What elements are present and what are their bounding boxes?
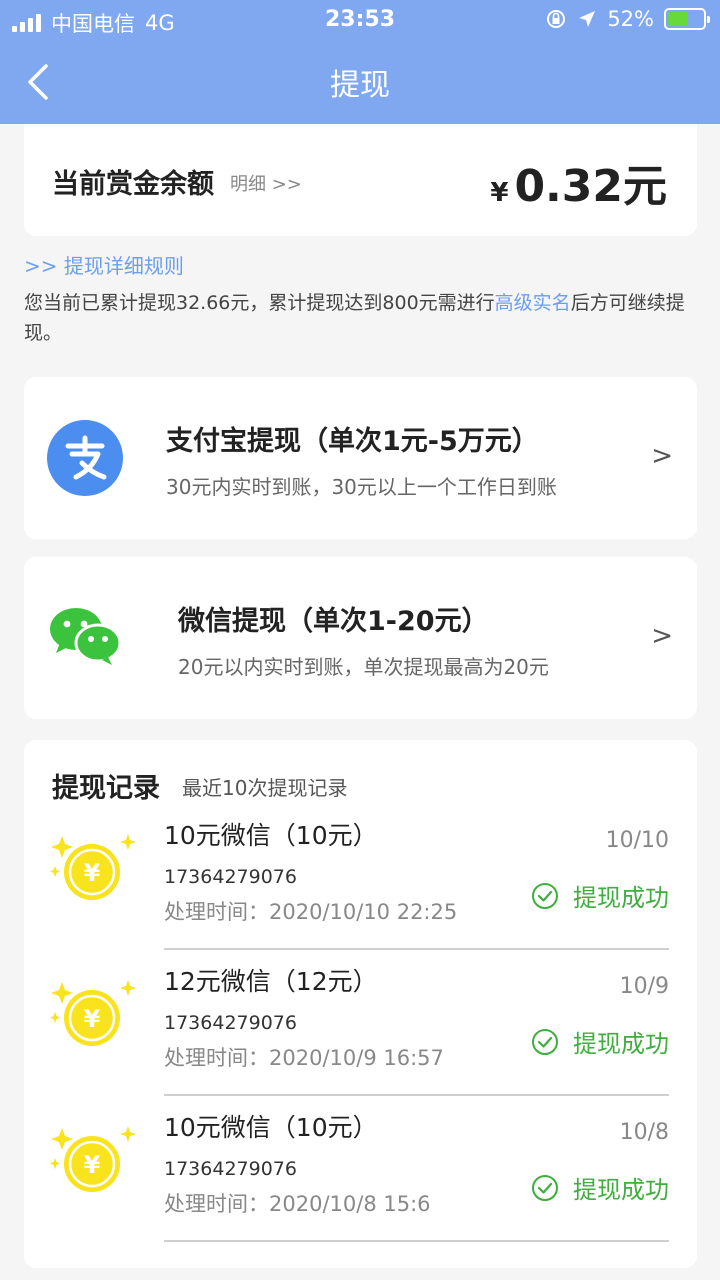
- records-title: 提现记录: [52, 773, 160, 804]
- record-status-text: 提现成功: [573, 884, 669, 912]
- wechat-subtitle: 20元以内实时到账，单次提现最高为20元: [178, 655, 549, 679]
- record-status: 提现成功: [531, 1024, 669, 1059]
- wechat-withdraw-option[interactable]: 微信提现（单次1-20元） 20元以内实时到账，单次提现最高为20元 >: [24, 557, 697, 719]
- svg-text:¥: ¥: [84, 1151, 101, 1179]
- record-time: 处理时间：2020/10/10 22:25: [164, 896, 457, 926]
- battery-icon: [664, 8, 710, 30]
- record-name: 10元微信（10元）: [164, 1113, 378, 1142]
- withdraw-notice: 您当前已累计提现32.66元，累计提现达到800元需进行高级实名后方可继续提现。: [24, 288, 696, 348]
- record-time: 处理时间：2020/10/9 16:57: [164, 1042, 444, 1072]
- record-status: 提现成功: [531, 878, 669, 913]
- withdraw-records-card: 提现记录 最近10次提现记录 ¥ 10元微信（10元） 10/10 173642…: [24, 740, 697, 1268]
- record-phone: 17364279076: [164, 866, 297, 888]
- alipay-subtitle: 30元内实时到账，30元以上一个工作日到账: [166, 475, 557, 499]
- nav-bar: 提现: [0, 40, 720, 124]
- record-time: 处理时间：2020/10/8 15:6: [164, 1188, 431, 1218]
- notice-text: 您当前已累计提现32.66元，累计提现达到800元需进行: [24, 292, 495, 314]
- location-icon: [579, 11, 596, 27]
- wechat-title: 微信提现（单次1-20元）: [178, 606, 489, 637]
- record-status: 提现成功: [531, 1170, 669, 1205]
- time-label: 处理时间：: [164, 1046, 269, 1070]
- record-status-text: 提现成功: [573, 1030, 669, 1058]
- coin-icon: ¥: [50, 834, 136, 900]
- wechat-icon: [50, 608, 122, 665]
- battery-percent: 52%: [607, 7, 654, 31]
- records-hint: 最近10次提现记录: [182, 776, 348, 800]
- page-title: 提现: [330, 68, 390, 103]
- alipay-icon: [47, 420, 123, 496]
- time-label: 处理时间：: [164, 1192, 269, 1216]
- record-item[interactable]: ¥ 10元微信（10元） 10/10 17364279076 处理时间：2020…: [24, 804, 697, 950]
- chevron-right-icon: >: [651, 621, 673, 651]
- record-status-text: 提现成功: [573, 1176, 669, 1204]
- balance-detail-link[interactable]: 明细 >>: [230, 170, 302, 196]
- check-circle-icon: [532, 882, 558, 909]
- svg-text:¥: ¥: [84, 859, 101, 887]
- time-value: 2020/10/9 16:57: [269, 1046, 444, 1070]
- record-date: 10/9: [619, 974, 669, 999]
- balance-value: 0.32元: [514, 161, 667, 212]
- alipay-withdraw-option[interactable]: 支付宝提现（单次1元-5万元） 30元内实时到账，30元以上一个工作日到账 >: [24, 377, 697, 539]
- status-bar: 中国电信 4G 23:53 52%: [0, 0, 720, 40]
- orientation-lock-icon: [547, 10, 566, 28]
- divider: [164, 1240, 669, 1242]
- time-value: 2020/10/8 15:6: [269, 1192, 431, 1216]
- coin-icon: ¥: [50, 980, 136, 1046]
- check-circle-icon: [532, 1028, 558, 1055]
- balance-card: 当前赏金余额 明细 >> ¥0.32元: [24, 124, 697, 236]
- currency-symbol: ¥: [490, 178, 509, 208]
- record-item[interactable]: ¥ 10元微信（10元） 10/8 17364279076 处理时间：2020/…: [24, 1096, 697, 1242]
- record-item[interactable]: ¥ 12元微信（12元） 10/9 17364279076 处理时间：2020/…: [24, 950, 697, 1096]
- check-circle-icon: [532, 1174, 558, 1201]
- alipay-title: 支付宝提现（单次1元-5万元）: [166, 426, 539, 457]
- time-value: 2020/10/10 22:25: [269, 900, 458, 924]
- record-name: 12元微信（12元）: [164, 967, 378, 996]
- coin-icon: ¥: [50, 1126, 136, 1192]
- record-date: 10/8: [619, 1120, 669, 1145]
- chevron-right-icon: >: [651, 441, 673, 471]
- time-label: 处理时间：: [164, 900, 269, 924]
- svg-text:¥: ¥: [84, 1005, 101, 1033]
- record-phone: 17364279076: [164, 1158, 297, 1180]
- advanced-verification-link[interactable]: 高级实名: [495, 292, 571, 314]
- header: 中国电信 4G 23:53 52% 提现: [0, 0, 720, 124]
- balance-amount: ¥0.32元: [490, 150, 667, 214]
- balance-label: 当前赏金余额: [52, 169, 214, 200]
- record-date: 10/10: [605, 828, 669, 853]
- record-phone: 17364279076: [164, 1012, 297, 1034]
- record-name: 10元微信（10元）: [164, 821, 378, 850]
- withdraw-rules-link[interactable]: >> 提现详细规则: [24, 250, 184, 279]
